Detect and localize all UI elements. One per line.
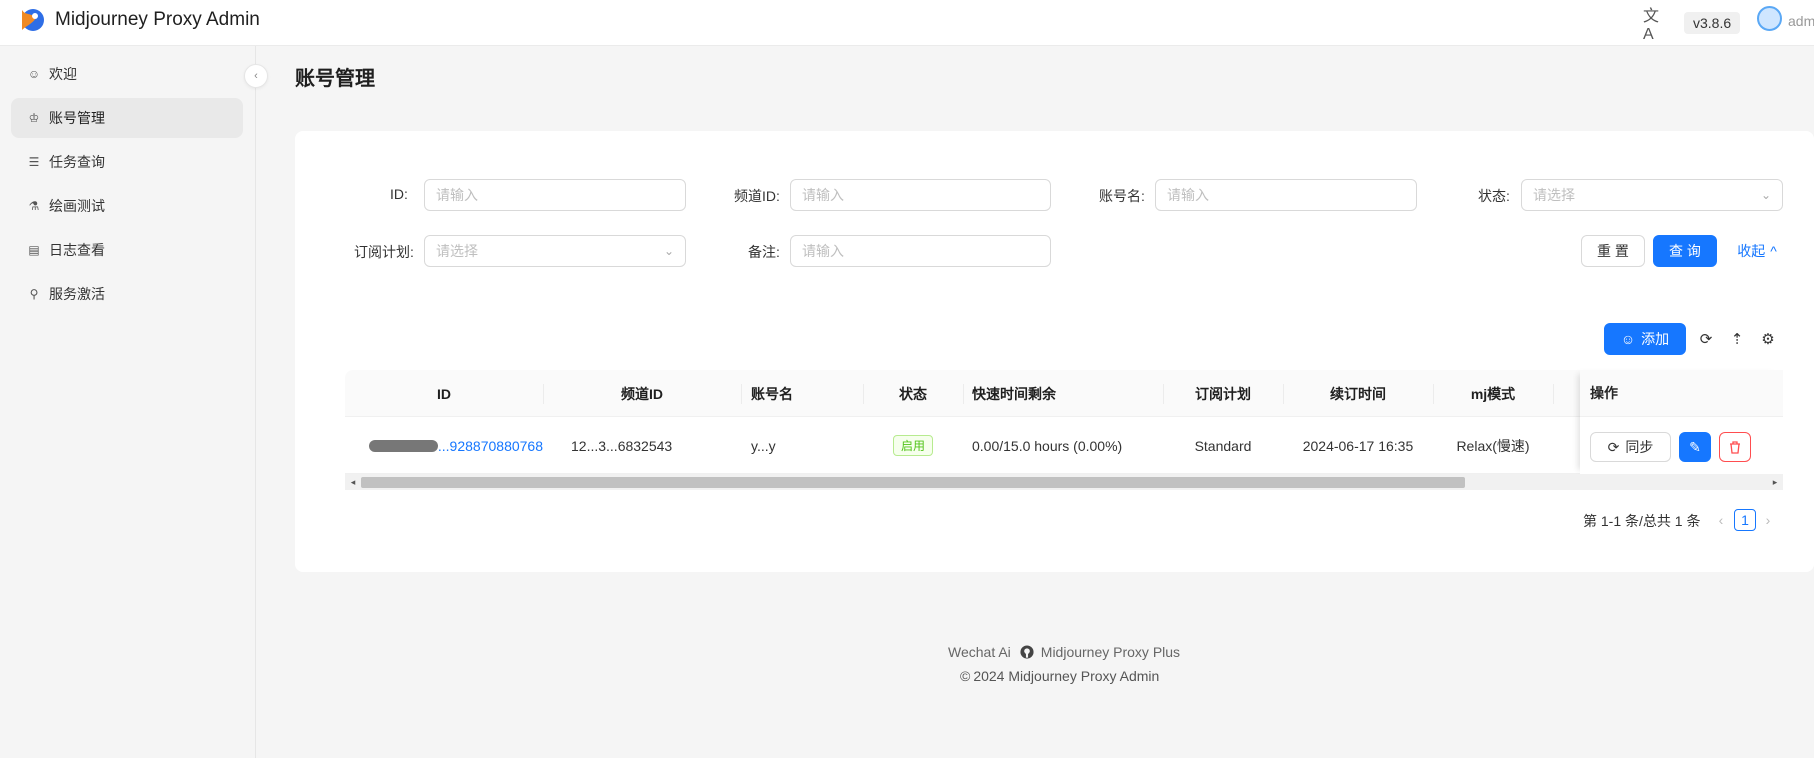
scrollbar-thumb[interactable] — [361, 477, 1465, 488]
app-logo-icon[interactable] — [16, 4, 46, 34]
channel-id-input[interactable] — [790, 179, 1051, 211]
sidebar-item-welcome[interactable]: ☺ 欢迎 — [11, 54, 243, 94]
column-header-renew-time[interactable]: 续订时间 — [1283, 370, 1433, 417]
key-icon: ⚲ — [29, 287, 39, 301]
pagination-prev-icon[interactable]: ‹ — [1712, 509, 1730, 531]
pagination-total: 第 1-1 条/总共 1 条 — [1583, 513, 1701, 529]
account-name-label: 账号名: — [1099, 188, 1145, 204]
github-icon[interactable] — [1020, 645, 1034, 659]
column-header-operations: 操作 — [1580, 370, 1783, 417]
page-title: 账号管理 — [295, 68, 375, 90]
column-height-icon[interactable]: ⇡ — [1727, 329, 1747, 349]
user-add-icon: ☺ — [1620, 331, 1636, 347]
flask-icon: ⚗ — [28, 199, 40, 213]
cell-account-name: y...y — [751, 437, 776, 454]
footer-link-wechat-ai[interactable]: Wechat Ai — [948, 644, 1011, 660]
query-button[interactable]: 查 询 — [1653, 235, 1717, 267]
list-icon: ☰ — [28, 155, 40, 169]
column-header-status[interactable]: 状态 — [863, 370, 963, 417]
pagination-next-icon[interactable]: › — [1759, 509, 1777, 531]
pagination-page-1[interactable]: 1 — [1734, 509, 1756, 531]
sidebar-item-accounts[interactable]: ♔ 账号管理 — [11, 98, 243, 138]
crown-icon: ♔ — [28, 111, 40, 125]
reload-icon[interactable]: ⟳ — [1696, 329, 1716, 349]
smile-icon: ☺ — [27, 67, 41, 81]
id-input[interactable] — [424, 179, 686, 211]
edit-button[interactable]: ✎ — [1679, 432, 1711, 462]
user-avatar[interactable] — [1757, 6, 1782, 31]
table-horizontal-scrollbar[interactable]: ◂ ▸ — [345, 474, 1783, 490]
column-header-fast-time[interactable]: 快速时间剩余 — [972, 370, 1172, 417]
plan-label: 订阅计划: — [354, 244, 414, 260]
column-header-channel-id[interactable]: 频道ID — [543, 370, 741, 417]
chevron-up-icon: ^ — [1770, 243, 1777, 259]
sidebar: ☺ 欢迎 ♔ 账号管理 ☰ 任务查询 ⚗ 绘画测试 ▤ 日志查看 ⚲ 服务激活 — [0, 46, 256, 758]
settings-icon[interactable]: ⚙ — [1758, 329, 1778, 349]
sync-button[interactable]: ⟳ 同步 — [1590, 432, 1671, 462]
cell-status: 启用 — [863, 417, 963, 474]
username[interactable]: adm — [1788, 13, 1814, 29]
plan-select[interactable]: 请选择 ⌄ — [424, 235, 686, 267]
footer-link-proxy-plus[interactable]: Midjourney Proxy Plus — [1041, 644, 1180, 660]
remark-input[interactable] — [790, 235, 1051, 267]
cell-fast-time: 0.00/15.0 hours (0.00%) — [972, 437, 1123, 454]
cell-channel-id: 12...3...6832543 — [571, 437, 673, 454]
column-header-account-name[interactable]: 账号名 — [751, 370, 861, 417]
account-name-input[interactable] — [1155, 179, 1417, 211]
sidebar-item-draw-test[interactable]: ⚗ 绘画测试 — [11, 186, 243, 226]
sidebar-item-logs[interactable]: ▤ 日志查看 — [11, 230, 243, 270]
copyright-icon: © — [960, 668, 971, 684]
status-badge: 启用 — [892, 435, 933, 456]
remark-label: 备注: — [748, 244, 780, 260]
wrench-icon: ✎ — [1689, 438, 1701, 455]
scroll-right-icon[interactable]: ▸ — [1767, 474, 1783, 490]
translate-icon[interactable]: 文A — [1643, 0, 1665, 46]
chevron-down-icon: ⌄ — [1760, 188, 1771, 202]
table-header: ID 频道ID 账号名 状态 快速时间剩余 订阅计划 续订时间 mj模式 — [345, 370, 1783, 417]
cell-renew-time: 2024-06-17 16:35 — [1302, 437, 1414, 454]
status-label: 状态: — [1478, 188, 1510, 204]
top-header: Midjourney Proxy Admin 文A v3.8.6 adm — [0, 0, 1814, 46]
collapse-filters-button[interactable]: 收起 ^ — [1731, 235, 1783, 267]
channel-id-label: 频道ID: — [734, 188, 780, 204]
add-account-button[interactable]: ☺ 添加 — [1604, 323, 1686, 355]
sidebar-item-tasks[interactable]: ☰ 任务查询 — [11, 142, 243, 182]
cell-plan: Standard — [1194, 437, 1252, 454]
cell-id[interactable]: ...928870880768 — [369, 417, 543, 474]
footer-copyright: © 2024 Midjourney Proxy Admin — [960, 668, 1160, 684]
sidebar-collapse-button[interactable]: ‹ — [244, 64, 268, 88]
sidebar-item-activation[interactable]: ⚲ 服务激活 — [11, 274, 243, 314]
version-badge: v3.8.6 — [1684, 0, 1741, 46]
footer-links: Wechat Ai Midjourney Proxy Plus — [948, 644, 1180, 660]
reset-button[interactable]: 重 置 — [1581, 235, 1645, 267]
chevron-down-icon: ⌄ — [663, 244, 674, 258]
chevron-left-icon: ‹ — [254, 70, 258, 82]
id-label: ID: — [390, 186, 408, 202]
column-header-mj-mode[interactable]: mj模式 — [1433, 370, 1553, 417]
status-select[interactable]: 请选择 ⌄ — [1521, 179, 1783, 211]
log-icon: ▤ — [28, 243, 40, 257]
app-title: Midjourney Proxy Admin — [55, 9, 260, 30]
scroll-left-icon[interactable]: ◂ — [345, 474, 361, 490]
operations-column: 操作 ⟳ 同步 ✎ — [1580, 370, 1783, 474]
trash-icon — [1730, 440, 1740, 454]
cell-mj-mode: Relax(慢速) — [1456, 437, 1530, 454]
column-header-id[interactable]: ID — [345, 370, 543, 417]
column-header-plan[interactable]: 订阅计划 — [1163, 370, 1283, 417]
sync-icon: ⟳ — [1607, 438, 1620, 455]
table-row: ...928870880768 12...3...6832543 y...y 启… — [345, 417, 1783, 474]
redaction-mark — [369, 439, 438, 452]
delete-button[interactable] — [1719, 432, 1751, 462]
